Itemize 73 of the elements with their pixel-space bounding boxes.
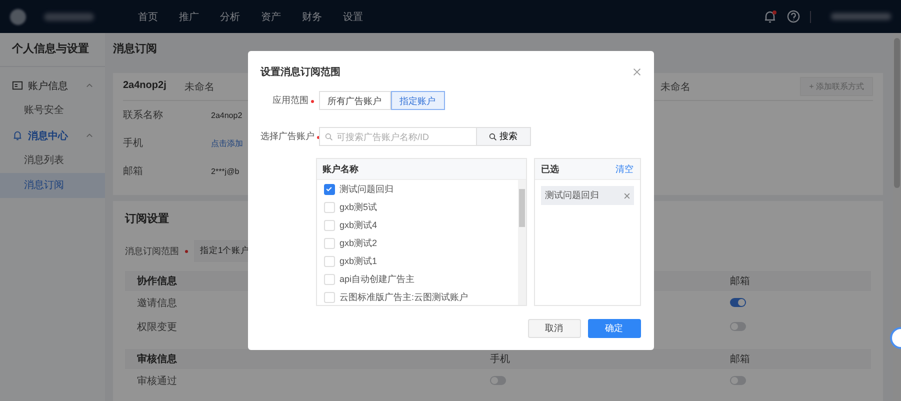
account-name: api自动创建广告主 bbox=[340, 272, 415, 286]
account-name: 未命名 bbox=[184, 80, 214, 94]
nav-link[interactable]: 推广 bbox=[179, 10, 199, 24]
confirm-button[interactable]: 确定 bbox=[588, 319, 640, 338]
tag-label: 测试问题回归 bbox=[544, 189, 599, 202]
help-icon[interactable] bbox=[787, 10, 800, 23]
toggle-switch[interactable] bbox=[730, 322, 746, 332]
sidebar-group[interactable]: 账户信息 bbox=[0, 73, 105, 98]
field-label: 消息订阅范围 bbox=[125, 244, 179, 258]
scope-option[interactable]: 所有广告账户 bbox=[318, 91, 390, 110]
bell-icon[interactable] bbox=[763, 10, 777, 24]
cancel-button[interactable]: 取消 bbox=[528, 319, 580, 338]
group-title: 协作信息 bbox=[137, 274, 177, 288]
field-label: 联系名称 bbox=[123, 108, 164, 122]
column-header: 账户名称 bbox=[322, 162, 358, 176]
field-value: 2a4nop2 bbox=[211, 110, 242, 120]
field-label: 邮箱 bbox=[123, 164, 144, 178]
checkbox[interactable] bbox=[324, 184, 334, 194]
field-label: 应用范围 bbox=[272, 95, 308, 105]
section-title: 订阅设置 bbox=[125, 212, 169, 227]
chevron-icon bbox=[86, 82, 93, 89]
column-header: 邮箱 bbox=[730, 274, 751, 288]
id-card-icon bbox=[12, 80, 23, 91]
toggle-switch[interactable] bbox=[490, 376, 506, 386]
brand-name-blurred bbox=[44, 12, 94, 20]
account-name: 未命名 bbox=[660, 80, 690, 94]
required-mark-icon bbox=[310, 100, 314, 103]
user-name-blurred bbox=[831, 13, 891, 20]
toggle-switch[interactable] bbox=[730, 298, 746, 308]
nav-link[interactable]: 首页 bbox=[138, 10, 158, 24]
sidebar-item[interactable]: 消息列表 bbox=[0, 148, 105, 173]
sidebar-item[interactable]: 消息订阅 bbox=[0, 173, 105, 198]
page-title: 消息订阅 bbox=[113, 42, 158, 57]
column-header: 邮箱 bbox=[730, 352, 751, 366]
row-label: 邀请信息 bbox=[137, 296, 177, 310]
dialog-title: 设置消息订阅范围 bbox=[260, 66, 340, 79]
clear-link[interactable]: 清空 bbox=[616, 162, 634, 176]
field-label: 手机 bbox=[123, 136, 144, 150]
account-name: 云图标准版广告主:云图测试账户 bbox=[340, 290, 468, 304]
check-icon bbox=[325, 185, 333, 193]
panel-title: 已选 bbox=[540, 162, 559, 176]
chevron-icon bbox=[86, 132, 93, 139]
nav-link[interactable]: 财务 bbox=[302, 10, 322, 24]
close-icon[interactable] bbox=[632, 68, 640, 76]
row-label: 权限变更 bbox=[137, 320, 177, 334]
group-title: 审核信息 bbox=[137, 352, 177, 366]
logo-icon bbox=[10, 8, 26, 24]
account-name: 测试问题回归 bbox=[340, 182, 394, 196]
add-link[interactable]: 点击添加 bbox=[211, 138, 243, 148]
toggle-switch[interactable] bbox=[730, 376, 746, 386]
column-header: 手机 bbox=[490, 352, 511, 366]
account-name: gxb测试1 bbox=[340, 254, 378, 268]
nav-link[interactable]: 资产 bbox=[261, 10, 281, 24]
field-value: 2***j@b bbox=[211, 166, 240, 176]
search-icon bbox=[488, 132, 496, 140]
scrollbar[interactable] bbox=[518, 180, 526, 305]
nav-link[interactable]: 分析 bbox=[220, 10, 240, 24]
sidebar-title: 个人信息与设置 bbox=[0, 41, 105, 67]
account-name: gxb测试4 bbox=[340, 218, 378, 232]
sidebar-item[interactable]: 账号安全 bbox=[0, 98, 105, 123]
account-id: 2a4nop2j bbox=[123, 80, 166, 92]
account-name: gxb测试2 bbox=[340, 236, 378, 250]
bell-icon bbox=[12, 130, 23, 141]
nav-link[interactable]: 设置 bbox=[343, 10, 363, 24]
search-field[interactable]: 可搜索广告账户名称/ID bbox=[318, 127, 476, 146]
row-label: 审核通过 bbox=[137, 374, 177, 388]
account-name: gxb测5试 bbox=[340, 200, 378, 214]
close-icon[interactable] bbox=[624, 192, 630, 198]
sidebar-group[interactable]: 消息中心 bbox=[0, 123, 105, 148]
required-mark-icon bbox=[185, 250, 188, 252]
scope-option[interactable]: 指定账户 bbox=[390, 91, 444, 110]
field-label: 选择广告账户 bbox=[260, 131, 314, 141]
search-button[interactable]: 搜索 bbox=[476, 127, 530, 146]
